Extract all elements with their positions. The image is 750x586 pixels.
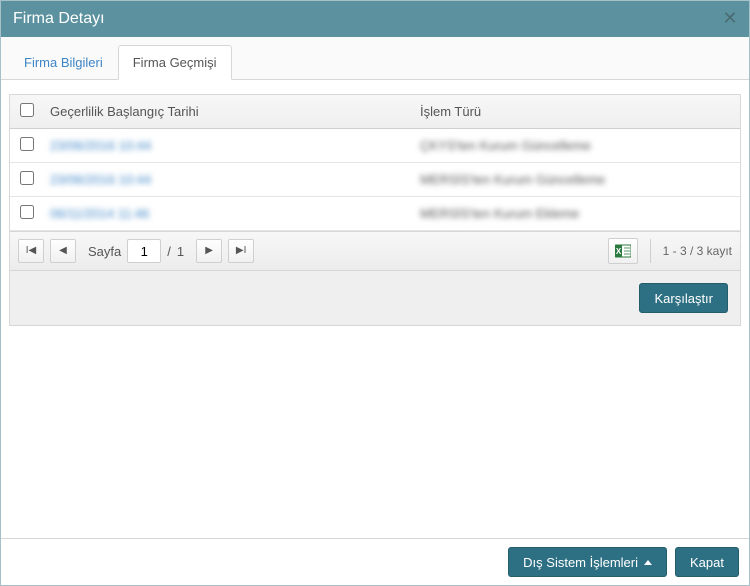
last-page-icon: ▶I — [236, 246, 246, 256]
select-all-checkbox[interactable] — [20, 103, 34, 117]
first-page-icon: I◀ — [26, 246, 36, 256]
row-checkbox[interactable] — [20, 171, 34, 185]
prev-page-icon: ◀ — [59, 246, 67, 256]
record-count: 1 - 3 / 3 kayıt — [663, 244, 732, 258]
dialog: Firma Detayı ✕ Firma Bilgileri Firma Geç… — [0, 0, 750, 586]
grid-actions-bar: Karşılaştır — [9, 271, 741, 326]
titlebar: Firma Detayı ✕ — [1, 1, 749, 37]
tab-body: Geçerlilik Başlangıç Tarihi İşlem Türü 2… — [1, 80, 749, 538]
table-row[interactable]: 06/11/2014 11:46 MERSİS'ten Kurum Ekleme — [10, 197, 740, 231]
dialog-footer: Dış Sistem İşlemleri Kapat — [1, 538, 749, 585]
table-row[interactable]: 23/06/2016 10:44 MERSİS'ten Kurum Güncel… — [10, 163, 740, 197]
pager: I◀ ◀ Sayfa / 1 ▶ ▶I X — [10, 231, 740, 270]
row-checkbox[interactable] — [20, 205, 34, 219]
pager-page-input[interactable] — [127, 239, 161, 263]
pager-total: 1 — [177, 244, 184, 259]
external-system-label: Dış Sistem İşlemleri — [523, 555, 638, 570]
column-header-date[interactable]: Geçerlilik Başlangıç Tarihi — [40, 95, 410, 129]
compare-button[interactable]: Karşılaştır — [639, 283, 728, 313]
svg-text:X: X — [615, 247, 621, 256]
column-header-type[interactable]: İşlem Türü — [410, 95, 740, 129]
pager-last-button[interactable]: ▶I — [228, 239, 254, 263]
export-excel-button[interactable]: X — [608, 238, 638, 264]
close-icon[interactable]: ✕ — [719, 7, 741, 29]
pager-next-button[interactable]: ▶ — [196, 239, 222, 263]
cell-date[interactable]: 23/06/2016 10:44 — [50, 172, 151, 187]
tab-label: Firma Bilgileri — [24, 55, 103, 70]
close-button[interactable]: Kapat — [675, 547, 739, 577]
cell-type: MERSİS'ten Kurum Ekleme — [420, 206, 579, 221]
pager-first-button[interactable]: I◀ — [18, 239, 44, 263]
cell-type: ÇKYS'ten Kurum Güncelleme — [420, 138, 591, 153]
next-page-icon: ▶ — [205, 246, 213, 256]
pager-separator — [650, 239, 651, 263]
data-grid: Geçerlilik Başlangıç Tarihi İşlem Türü 2… — [9, 94, 741, 271]
cell-type: MERSİS'ten Kurum Güncelleme — [420, 172, 605, 187]
pager-prev-button[interactable]: ◀ — [50, 239, 76, 263]
tab-firma-gecmisi[interactable]: Firma Geçmişi — [118, 45, 232, 80]
cell-date[interactable]: 06/11/2014 11:46 — [50, 206, 149, 221]
cell-date[interactable]: 23/06/2016 10:44 — [50, 138, 151, 153]
header-checkbox-cell — [10, 95, 40, 129]
caret-up-icon — [644, 560, 652, 565]
pager-label: Sayfa — [88, 244, 121, 259]
table-row[interactable]: 23/06/2016 10:44 ÇKYS'ten Kurum Güncelle… — [10, 129, 740, 163]
tab-firma-bilgileri[interactable]: Firma Bilgileri — [9, 45, 118, 79]
tab-label: Firma Geçmişi — [133, 55, 217, 70]
compare-button-label: Karşılaştır — [654, 291, 713, 306]
table-header-row: Geçerlilik Başlangıç Tarihi İşlem Türü — [10, 95, 740, 129]
row-checkbox[interactable] — [20, 137, 34, 151]
pager-sep: / — [167, 244, 171, 259]
external-system-button[interactable]: Dış Sistem İşlemleri — [508, 547, 667, 577]
close-button-label: Kapat — [690, 555, 724, 570]
tabs: Firma Bilgileri Firma Geçmişi — [1, 37, 749, 80]
dialog-title: Firma Detayı — [13, 10, 105, 28]
excel-icon: X — [615, 243, 631, 259]
